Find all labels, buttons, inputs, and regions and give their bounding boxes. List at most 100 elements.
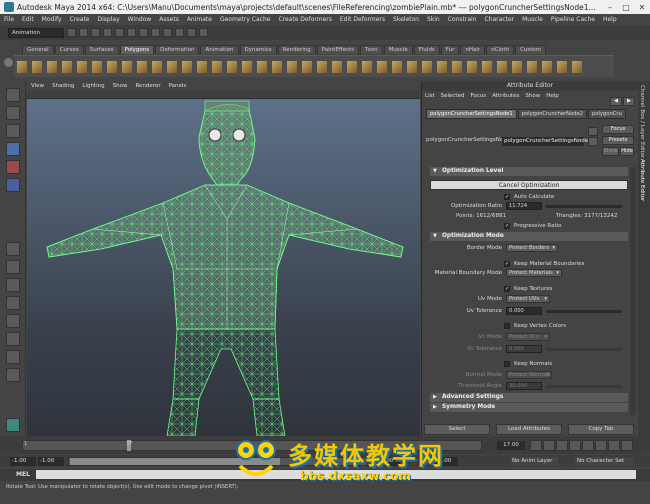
menu-create[interactable]: Create: [66, 16, 94, 23]
menu-display[interactable]: Display: [94, 16, 124, 23]
panel-layout-icon-7[interactable]: [6, 350, 20, 364]
persp-outliner-layout-icon[interactable]: [6, 278, 20, 292]
maximize-button[interactable]: □: [618, 3, 634, 12]
go-output-icon[interactable]: [588, 127, 598, 136]
menu-file[interactable]: File: [0, 16, 18, 23]
menu-edit[interactable]: Edit: [18, 16, 38, 23]
shelf-tool-icon[interactable]: [227, 60, 237, 73]
normal-mode-dropdown[interactable]: Protect Normals: [506, 371, 552, 379]
optimization-ratio-slider[interactable]: [546, 205, 622, 208]
ae-menu-selected[interactable]: Selected: [438, 93, 468, 99]
mel-label[interactable]: MEL: [16, 471, 30, 478]
select-button[interactable]: Select: [424, 423, 490, 435]
shelf-tool-icon[interactable]: [77, 60, 87, 73]
channel-box-tab[interactable]: Channel Box / Layer Editor: [639, 85, 645, 158]
menu-pipeline-cache[interactable]: Pipeline Cache: [547, 16, 599, 23]
progressive-ratio-checkbox[interactable]: ✓: [504, 223, 510, 229]
shelf-tab-curves[interactable]: Curves: [54, 45, 84, 54]
save-scene-icon[interactable]: [91, 28, 100, 37]
shelf-tool-icon[interactable]: [137, 60, 147, 73]
shelf-tab-toon[interactable]: Toon: [360, 45, 383, 54]
panel-layout-icon-6[interactable]: [6, 332, 20, 346]
node-name-field[interactable]: polygonCruncherSettingsNode1: [502, 137, 592, 146]
symmetry-mode-header[interactable]: Symmetry Mode: [430, 403, 628, 412]
ae-scrollbar[interactable]: [630, 167, 636, 415]
menu-geometry-cache[interactable]: Geometry Cache: [216, 16, 274, 23]
shelf-tool-icon[interactable]: [332, 60, 342, 73]
shelf-tool-icon[interactable]: [92, 60, 102, 73]
viewport-3d[interactable]: [27, 99, 420, 436]
shelf-tab-surfaces[interactable]: Surfaces: [84, 45, 119, 54]
ae-menu-help[interactable]: Help: [543, 93, 562, 99]
vc-mode-dropdown[interactable]: Protect VCs: [506, 333, 550, 341]
rotate-tool-icon[interactable]: [6, 160, 20, 174]
ae-tab[interactable]: polygonCru: [588, 109, 626, 119]
anim-layer-select[interactable]: No Anim Layer: [510, 457, 558, 466]
copy-tab-button[interactable]: Copy Tab: [568, 423, 634, 435]
shelf-tab-animation[interactable]: Animation: [200, 45, 239, 54]
go-input-icon[interactable]: [588, 137, 598, 146]
shelf-tab-muscle[interactable]: Muscle: [383, 45, 413, 54]
viewport-menu-view[interactable]: View: [27, 83, 48, 89]
paint-select-tool-icon[interactable]: [6, 124, 20, 138]
shelf-tool-icon[interactable]: [527, 60, 537, 73]
snap-grid-icon[interactable]: [139, 28, 148, 37]
optimization-mode-header[interactable]: Optimization Mode: [430, 232, 628, 241]
shelf-tool-icon[interactable]: [122, 60, 132, 73]
shelf-tool-icon[interactable]: [152, 60, 162, 73]
menu-help[interactable]: Help: [599, 16, 621, 23]
ae-menu-list[interactable]: List: [422, 93, 438, 99]
shelf-tool-icon[interactable]: [212, 60, 222, 73]
attribute-editor-tab[interactable]: Attribute Editor: [639, 159, 645, 201]
shelf-tool-icon[interactable]: [47, 60, 57, 73]
menu-muscle[interactable]: Muscle: [518, 16, 547, 23]
minimize-button[interactable]: –: [602, 3, 618, 12]
material-mode-dropdown[interactable]: Protect Materials: [506, 269, 562, 277]
step-back-key-icon[interactable]: [543, 440, 555, 451]
current-frame-field[interactable]: 17.00: [497, 441, 525, 450]
border-mode-dropdown[interactable]: Protect Borders: [506, 244, 558, 252]
four-view-layout-icon[interactable]: [6, 260, 20, 274]
uv-mode-dropdown[interactable]: Protect UVs: [506, 295, 550, 303]
render-settings-icon[interactable]: [199, 28, 208, 37]
uv-tolerance-slider[interactable]: [546, 310, 622, 313]
shelf-tool-icon[interactable]: [407, 60, 417, 73]
ae-tab[interactable]: polygonCruncherNode2: [517, 109, 588, 119]
vc-tolerance-slider[interactable]: [546, 348, 622, 351]
shelf-tool-icon[interactable]: [557, 60, 567, 73]
shelf-tool-icon[interactable]: [362, 60, 372, 73]
optimization-ratio-field[interactable]: 11.724: [506, 202, 542, 210]
persp-graph-layout-icon[interactable]: [6, 296, 20, 310]
menu-skeleton[interactable]: Skeleton: [389, 16, 423, 23]
threshold-angle-slider[interactable]: [546, 385, 622, 388]
shelf-tool-icon[interactable]: [242, 60, 252, 73]
snap-curve-icon[interactable]: [151, 28, 160, 37]
shelf-tool-icon[interactable]: [512, 60, 522, 73]
menu-skin[interactable]: Skin: [423, 16, 444, 23]
vc-tolerance-field[interactable]: 0.000: [506, 345, 542, 353]
focus-button[interactable]: Focus: [602, 125, 634, 134]
shelf-tool-icon[interactable]: [437, 60, 447, 73]
scale-tool-icon[interactable]: [6, 178, 20, 192]
menu-constrain[interactable]: Constrain: [444, 16, 481, 23]
shelf-tool-icon[interactable]: [497, 60, 507, 73]
viewport-menu-show[interactable]: Show: [109, 83, 132, 89]
play-forwards-icon[interactable]: [582, 440, 594, 451]
shelf-tab-fluids[interactable]: Fluids: [413, 45, 440, 54]
ae-tab-scroll-left-button[interactable]: ◀: [610, 97, 622, 106]
hide-button[interactable]: Hide: [620, 147, 634, 156]
keep-vertex-colors-checkbox[interactable]: [504, 323, 510, 329]
ae-menu-attributes[interactable]: Attributes: [489, 93, 522, 99]
shelf-tab-polygons[interactable]: Polygons: [119, 45, 155, 54]
shelf-tool-icon[interactable]: [467, 60, 477, 73]
ae-menu-show[interactable]: Show: [522, 93, 543, 99]
keep-material-checkbox[interactable]: ✓: [504, 261, 510, 267]
shelf-tool-icon[interactable]: [62, 60, 72, 73]
ipr-render-icon[interactable]: [187, 28, 196, 37]
threshold-angle-field[interactable]: 30.000: [506, 382, 542, 390]
optimization-level-header[interactable]: Optimization Level: [430, 167, 628, 176]
shelf-tab-painteffects[interactable]: PaintEffects: [316, 45, 360, 54]
shelf-tool-icon[interactable]: [542, 60, 552, 73]
uv-tolerance-field[interactable]: 0.000: [506, 307, 542, 315]
character-set-select[interactable]: No Character Set: [575, 457, 633, 466]
